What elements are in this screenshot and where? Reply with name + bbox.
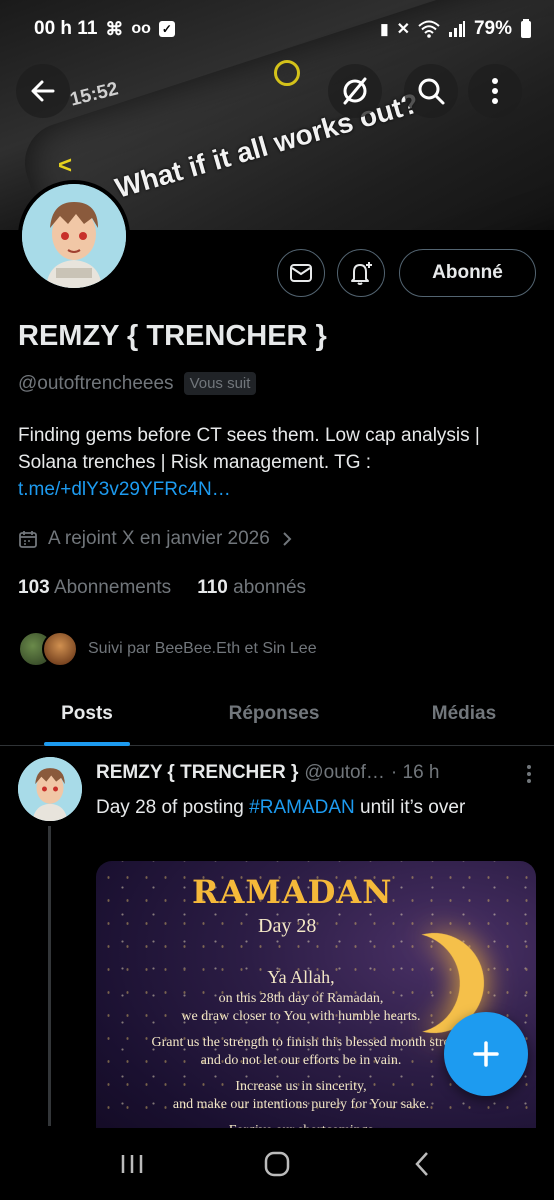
post-text-start: Day 28 of posting: [96, 797, 250, 818]
bell-plus-icon: [351, 262, 372, 285]
tab-posts[interactable]: Posts: [0, 690, 174, 746]
back-button[interactable]: [16, 64, 70, 118]
post-hashtag[interactable]: #RAMADAN: [249, 797, 355, 818]
handle-row: @outoftrencheees Vous suit: [18, 372, 257, 395]
battery-icon: [521, 19, 531, 38]
avatar-illustration: [22, 184, 126, 288]
post-image[interactable]: RAMADAN Day 28 Ya Allah, on this 28th da…: [96, 861, 536, 1161]
profile-name: REMZY { TRENCHER }: [18, 320, 327, 352]
recent-apps-button[interactable]: [102, 1139, 162, 1189]
prayer-line: and make our intentions purely for Your …: [172, 1097, 430, 1112]
mute-icon: ✕: [396, 21, 410, 38]
more-vertical-icon: [527, 765, 531, 783]
grok-button[interactable]: [328, 64, 382, 118]
profile-tabs: Posts Réponses Médias: [0, 690, 554, 746]
tab-media[interactable]: Médias: [374, 690, 554, 745]
battery-percent: 79%: [473, 18, 512, 39]
profile-handle: @outoftrencheees: [18, 372, 174, 394]
following-count: 103: [18, 577, 50, 598]
notifications-subscribe-button[interactable]: [337, 249, 385, 297]
following-stat[interactable]: 103 Abonnements: [18, 577, 171, 599]
following-button[interactable]: Abonné: [399, 249, 536, 297]
follow-stats: 103 Abonnements 110 abonnés: [18, 577, 306, 599]
checkbox-notification-icon: ✓: [158, 21, 175, 37]
notification-icon: ⌘: [105, 18, 124, 39]
followed-by-text: Suivi par BeeBee.Eth et Sin Lee: [88, 640, 317, 657]
followed-by-row[interactable]: Suivi par BeeBee.Eth et Sin Lee: [18, 631, 317, 667]
recent-apps-icon: [122, 1155, 143, 1173]
banner-chevron-icon: <: [58, 152, 73, 179]
post-text-end: until it’s over: [354, 797, 466, 818]
calendar-icon: [19, 531, 37, 548]
home-icon: [264, 1151, 290, 1177]
post-header: REMZY { TRENCHER } @outof… · 16 h: [96, 762, 439, 784]
post-author-handle[interactable]: @outof…: [304, 762, 385, 784]
voicemail-icon: oo: [131, 20, 151, 37]
arrow-left-icon: [31, 80, 55, 102]
system-nav-bar: [0, 1128, 554, 1200]
signal-icon: [448, 21, 465, 37]
search-icon: [418, 78, 445, 105]
prayer-line: Increase us in sincerity,: [235, 1079, 367, 1094]
profile-bio: Finding gems before CT sees them. Low ca…: [18, 422, 538, 503]
profile-avatar[interactable]: [18, 180, 130, 292]
home-button[interactable]: [247, 1139, 307, 1189]
prayer-line: on this 28th day of Ramadan,: [218, 991, 384, 1006]
status-time: 00 h 11: [34, 18, 98, 39]
join-date-row[interactable]: A rejoint X en janvier 2026: [18, 528, 294, 550]
followers-label: abonnés: [233, 577, 307, 598]
back-nav-button[interactable]: [392, 1139, 452, 1189]
message-button[interactable]: [277, 249, 325, 297]
chevron-left-icon: [414, 1152, 428, 1176]
post-more-button[interactable]: [526, 764, 532, 790]
followers-count: 110: [197, 577, 228, 598]
join-date-text: A rejoint X en janvier 2026: [48, 528, 270, 549]
prayer-opening: Ya Allah,: [267, 967, 335, 987]
banner-yellow-ring: [274, 60, 300, 86]
tab-replies[interactable]: Réponses: [174, 690, 374, 745]
more-vertical-icon: [492, 78, 498, 104]
more-options-button[interactable]: [468, 64, 522, 118]
prayer-line: we draw closer to You with humble hearts…: [181, 1009, 421, 1024]
image-day: Day 28: [258, 915, 317, 937]
following-label: Abonnements: [53, 577, 172, 598]
envelope-icon: [290, 264, 312, 282]
wifi-icon: [418, 20, 440, 38]
followed-by-avatars: [18, 631, 78, 667]
followers-stat[interactable]: 110 abonnés: [197, 577, 306, 599]
post-time: · 16 h: [390, 762, 440, 783]
follower-avatar: [42, 631, 78, 667]
post-text: Day 28 of posting #RAMADAN until it’s ov…: [96, 794, 536, 822]
chevron-right-icon: [283, 532, 292, 546]
status-bar: 00 h 11 ⌘ oo ✓ ▮ ✕ 79%: [0, 0, 554, 58]
post-author-name[interactable]: REMZY { TRENCHER }: [96, 762, 298, 784]
thread-line: [48, 826, 51, 1126]
grok-icon: [343, 77, 367, 105]
battery-saver-icon: ▮: [380, 21, 389, 38]
image-title: RAMADAN: [192, 873, 393, 911]
post-avatar[interactable]: [18, 757, 82, 821]
bio-link[interactable]: t.me/+dlY3v29YFRc4N…: [18, 479, 231, 500]
bio-text: Finding gems before CT sees them. Low ca…: [18, 425, 480, 473]
post-avatar-illustration: [18, 757, 82, 821]
plus-icon: [473, 1041, 499, 1067]
follows-you-badge: Vous suit: [183, 372, 257, 395]
search-button[interactable]: [404, 64, 458, 118]
compose-post-button[interactable]: [444, 1012, 528, 1096]
